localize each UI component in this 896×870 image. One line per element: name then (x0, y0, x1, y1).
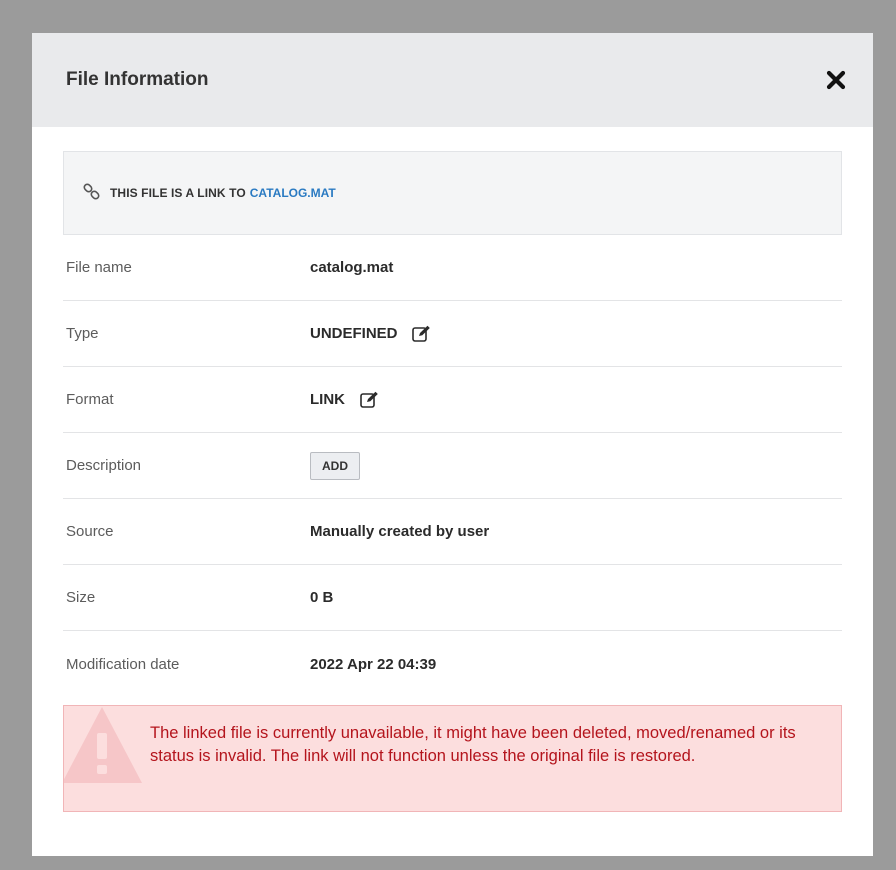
dialog-header: File Information (32, 33, 873, 127)
type-label: Type (66, 325, 99, 342)
file-name-label: File name (66, 259, 132, 276)
link-banner-text: THIS FILE IS A LINK TO (110, 186, 246, 200)
link-target-link[interactable]: CATALOG.MAT (250, 186, 336, 200)
dialog-title: File Information (66, 69, 209, 90)
edit-format-icon[interactable] (359, 390, 379, 410)
modification-date-label: Modification date (66, 655, 180, 673)
type-value: UNDEFINED (310, 325, 398, 342)
add-description-button[interactable]: ADD (310, 451, 360, 480)
size-value: 0 B (310, 589, 334, 606)
warning-icon (64, 707, 142, 783)
description-label: Description (66, 457, 142, 474)
description-value-container: ADD (310, 451, 360, 480)
edit-type-icon[interactable] (412, 324, 432, 344)
unavailable-link-alert: The linked file is currently unavailable… (63, 705, 842, 812)
row-description: Description ADD (63, 433, 842, 499)
alert-message: The linked file is currently unavailable… (150, 724, 796, 765)
row-source: Source Manually created by user (63, 499, 842, 565)
row-format: Format LINK (63, 367, 842, 433)
dialog-body: THIS FILE IS A LINK TO CATALOG.MAT File … (32, 127, 873, 812)
close-icon (826, 70, 846, 90)
link-banner: THIS FILE IS A LINK TO CATALOG.MAT (63, 151, 842, 235)
source-label: Source (66, 523, 114, 540)
format-label: Format (66, 391, 114, 408)
file-name-value: catalog.mat (310, 259, 394, 276)
format-value-container: LINK (310, 390, 379, 410)
close-button[interactable] (823, 67, 849, 93)
file-information-dialog: File Information THIS FILE IS A LINK TO … (32, 33, 873, 856)
format-value: LINK (310, 391, 345, 408)
row-size: Size 0 B (63, 565, 842, 631)
row-modification-date: Modification date 2022 Apr 22 04:39 (63, 631, 842, 697)
file-info-table: File name catalog.mat Type UNDEFINED For (63, 235, 842, 697)
row-file-name: File name catalog.mat (63, 235, 842, 301)
source-value: Manually created by user (310, 523, 490, 540)
link-icon (81, 182, 103, 204)
modification-date-value: 2022 Apr 22 04:39 (310, 655, 437, 673)
row-type: Type UNDEFINED (63, 301, 842, 367)
type-value-container: UNDEFINED (310, 324, 432, 344)
size-label: Size (66, 589, 96, 606)
